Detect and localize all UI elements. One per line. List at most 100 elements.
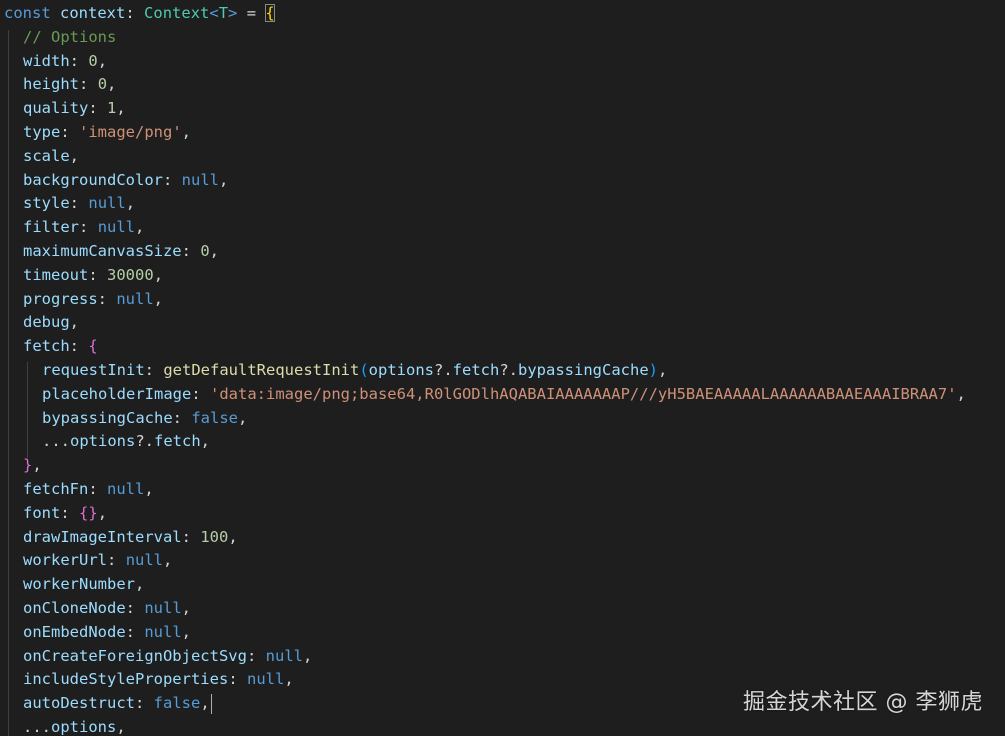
code-line-16[interactable]: requestInit: getDefaultRequestInit(optio… [4,359,966,383]
property-key: filter [23,218,79,237]
comment: // Options [23,27,117,46]
code-line-6[interactable]: type: 'image/png', [4,121,966,145]
property-key: backgroundColor [23,170,163,189]
null-literal: null [181,170,219,189]
code-line-15[interactable]: fetch: { [4,335,966,359]
code-line-2[interactable]: // Options [4,26,966,50]
variable-name: context [60,4,126,22]
spread-operator: ... [23,717,51,736]
punctuation: , [209,241,220,260]
code-line-3[interactable]: width: 0, [4,50,966,74]
property-key: type [23,122,61,141]
property-key: style [23,194,70,213]
number-literal: 1 [107,99,117,118]
code-line-13[interactable]: progress: null, [4,288,966,312]
punctuation: , [107,75,117,94]
punctuation: : [88,479,98,498]
property-key: autoDestruct [23,694,135,713]
property-key: requestInit [42,360,145,379]
code-lines: const context: Context<T> = { // Options… [4,2,966,736]
number-literal: 100 [200,527,229,546]
property-key: fetch [23,337,70,356]
punctuation: , [956,384,966,403]
brace-open: { [265,4,275,22]
number-literal: 0 [97,75,108,94]
brace-open: { [88,337,98,356]
punctuation: , [69,313,80,332]
property-key: workerNumber [23,575,135,594]
code-line-31[interactable]: ...options, [4,716,966,736]
punctuation: , [134,575,145,594]
property-key: scale [23,146,70,165]
punctuation: : [125,622,135,641]
code-line-23[interactable]: drawImageInterval: 100, [4,526,966,550]
code-line-25[interactable]: workerNumber, [4,573,966,597]
property-key: includeStyleProperties [23,670,229,689]
identifier: options [70,432,136,451]
generic-param: T [218,4,229,22]
punctuation: : [172,408,182,427]
property-key: maximumCanvasSize [23,241,182,260]
punctuation: , [219,170,229,189]
punctuation: : [69,337,80,356]
generic-close: > [228,4,238,22]
punctuation: , [69,146,80,165]
property-key: progress [23,289,98,308]
punctuation: , [181,598,192,617]
punctuation: , [125,194,136,213]
text-cursor [210,693,212,714]
punctuation: , [153,289,164,308]
code-line-4[interactable]: height: 0, [4,73,966,97]
property-key: height [23,75,79,94]
type-name: Context [144,4,210,22]
code-line-14[interactable]: debug, [4,311,966,335]
code-editor[interactable]: const context: Context<T> = { // Options… [0,0,1005,736]
punctuation: : [181,241,191,260]
null-literal: null [97,218,136,237]
code-line-18[interactable]: bypassingCache: false, [4,407,966,431]
code-line-26[interactable]: onCloneNode: null, [4,597,966,621]
code-line-10[interactable]: filter: null, [4,216,966,240]
punctuation: , [116,717,126,736]
code-line-1[interactable]: const context: Context<T> = { [4,2,966,26]
keyword-const: const [4,4,51,22]
identifier: bypassingCache [518,360,649,379]
punctuation: : [79,218,89,237]
property-key: workerUrl [23,551,107,570]
identifier: options [368,360,434,379]
code-line-8[interactable]: backgroundColor: null, [4,169,966,193]
code-line-5[interactable]: quality: 1, [4,97,966,121]
punctuation: , [200,694,210,713]
punctuation: : [181,527,191,546]
code-line-20[interactable]: }, [4,454,966,478]
punctuation: : [88,265,98,284]
punctuation: , [181,622,192,641]
property-key: onCreateForeignObjectSvg [23,646,247,665]
code-line-9[interactable]: style: null, [4,192,966,216]
property-key: quality [23,99,89,118]
code-line-24[interactable]: workerUrl: null, [4,549,966,573]
property-key: width [23,51,70,70]
punctuation: : [107,551,117,570]
punctuation: : [88,99,98,118]
null-literal: null [265,646,303,665]
code-line-28[interactable]: onCreateForeignObjectSvg: null, [4,645,966,669]
punctuation: , [97,51,108,70]
code-line-21[interactable]: fetchFn: null, [4,478,966,502]
null-literal: null [88,194,126,213]
code-line-17[interactable]: placeholderImage: 'data:image/png;base64… [4,383,966,407]
property-key: placeholderImage [42,384,192,403]
generic-open: < [209,4,219,22]
optional-chain: ?. [499,360,518,379]
watermark: 掘金技术社区 @ 李狮虎 [743,690,983,715]
code-line-7[interactable]: scale, [4,145,966,169]
code-line-19[interactable]: ...options?.fetch, [4,430,966,454]
punctuation: , [228,527,238,546]
code-line-11[interactable]: maximumCanvasSize: 0, [4,240,966,264]
code-line-27[interactable]: onEmbedNode: null, [4,621,966,645]
property-key: drawImageInterval [23,527,182,546]
code-line-22[interactable]: font: {}, [4,502,966,526]
code-line-12[interactable]: timeout: 30000, [4,264,966,288]
punctuation: , [32,456,42,475]
object-literal: {} [79,503,98,522]
